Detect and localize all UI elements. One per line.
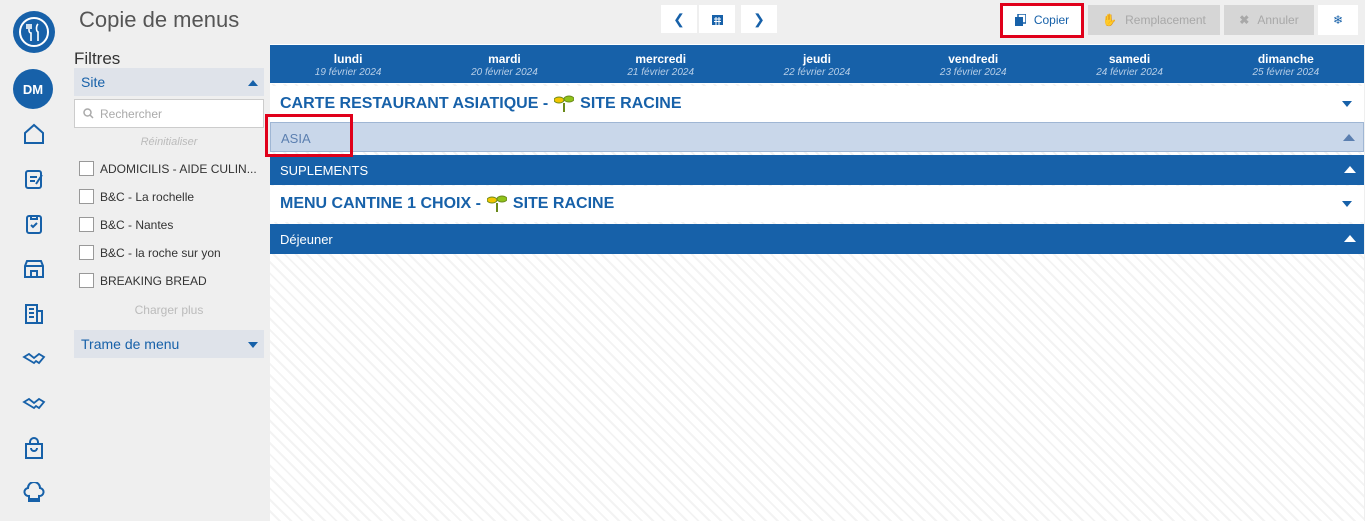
menu-section-header[interactable]: SUPLEMENTS bbox=[270, 155, 1364, 185]
day-header: jeudi 22 février 2024 bbox=[739, 45, 895, 83]
broom-icon: ❄ bbox=[1332, 13, 1344, 27]
left-navigation: DM bbox=[0, 0, 69, 521]
day-name: dimanche bbox=[1257, 52, 1314, 66]
menu-title: MENU CANTINE 1 CHOIX - bbox=[280, 195, 481, 212]
home-icon[interactable] bbox=[20, 120, 48, 148]
cancel-button[interactable]: ✖ Annuler bbox=[1224, 5, 1314, 35]
day-name: jeudi bbox=[802, 52, 831, 66]
calendar-icon bbox=[711, 14, 723, 25]
site-option-label: B&C - la roche sur yon bbox=[100, 245, 221, 260]
menu-section-header[interactable]: Déjeuner bbox=[270, 224, 1364, 254]
site-option-label: B&C - La rochelle bbox=[100, 189, 195, 204]
day-name: mardi bbox=[488, 52, 521, 66]
day-name: lundi bbox=[333, 52, 363, 66]
highlight-frame-copy bbox=[1000, 3, 1084, 38]
building-list-icon[interactable] bbox=[20, 300, 48, 328]
caret-up-icon bbox=[1344, 166, 1356, 173]
site-option[interactable]: ADOMICILIS - AIDE CULIN... bbox=[79, 161, 264, 176]
caret-down-icon bbox=[248, 342, 258, 348]
menu-title: CARTE RESTAURANT ASIATIQUE - bbox=[280, 95, 549, 112]
checkbox[interactable] bbox=[79, 273, 94, 288]
caret-up-icon bbox=[1344, 235, 1356, 242]
menu-site: SITE RACINE bbox=[580, 95, 682, 112]
handshake-icon[interactable] bbox=[20, 345, 48, 373]
day-date: 19 février 2024 bbox=[314, 67, 382, 78]
next-week-button[interactable]: ❯ bbox=[741, 5, 777, 33]
day-header: lundi 19 février 2024 bbox=[270, 45, 426, 83]
handshake-icon[interactable] bbox=[20, 390, 48, 418]
load-more-link[interactable]: Charger plus bbox=[74, 303, 264, 317]
day-date: 22 février 2024 bbox=[783, 67, 851, 78]
search-icon bbox=[83, 108, 94, 119]
clipboard-check-icon[interactable] bbox=[20, 210, 48, 238]
edit-document-icon[interactable] bbox=[20, 165, 48, 193]
user-avatar[interactable]: DM bbox=[13, 69, 53, 109]
day-name: vendredi bbox=[948, 52, 999, 66]
checkbox[interactable] bbox=[79, 161, 94, 176]
checkbox[interactable] bbox=[79, 217, 94, 232]
section-label: SUPLEMENTS bbox=[280, 163, 369, 178]
day-date: 23 février 2024 bbox=[939, 67, 1007, 78]
menu-template-filter-header[interactable]: Trame de menu bbox=[74, 330, 264, 358]
cancel-label: Annuler bbox=[1257, 13, 1299, 27]
site-option-label: BREAKING BREAD bbox=[100, 273, 207, 288]
site-option[interactable]: BREAKING BREAD bbox=[79, 273, 264, 288]
hand-icon: ✋ bbox=[1102, 13, 1118, 27]
day-header: vendredi 23 février 2024 bbox=[895, 45, 1051, 83]
checkbox[interactable] bbox=[79, 245, 94, 260]
reset-link[interactable]: Réinitialiser bbox=[74, 136, 264, 148]
site-search-input[interactable]: Rechercher bbox=[74, 99, 264, 128]
section-label: Déjeuner bbox=[280, 232, 333, 247]
site-option-label: ADOMICILIS - AIDE CULIN... bbox=[100, 161, 257, 176]
menu-header[interactable]: CARTE RESTAURANT ASIATIQUE - SITE RACINE bbox=[270, 86, 1364, 122]
highlight-frame-asia bbox=[265, 114, 353, 157]
week-days-header: lundi 19 février 2024 mardi 20 février 202… bbox=[270, 44, 1364, 84]
day-date: 21 février 2024 bbox=[627, 67, 695, 78]
menu-site: SITE RACINE bbox=[512, 195, 615, 212]
site-option[interactable]: B&C - Nantes bbox=[79, 217, 264, 232]
day-date: 20 février 2024 bbox=[471, 67, 538, 78]
filters-heading: Filtres bbox=[74, 49, 121, 68]
menu-section-header[interactable]: ASIA bbox=[270, 122, 1364, 152]
menu-calendar: lundi 19 février 2024 mardi 20 février 202… bbox=[270, 44, 1364, 521]
search-placeholder: Rechercher bbox=[100, 107, 163, 121]
replace-button[interactable]: ✋ Remplacement bbox=[1088, 5, 1220, 35]
day-header: samedi 24 février 2024 bbox=[1051, 45, 1207, 83]
site-filter-header[interactable]: Site bbox=[74, 68, 264, 96]
site-option-label: B&C - Nantes bbox=[100, 217, 174, 232]
menu-header[interactable]: MENU CANTINE 1 CHOIX - SITE RACINE bbox=[270, 186, 1364, 222]
chef-hat-icon[interactable] bbox=[20, 480, 48, 508]
app-logo-icon[interactable] bbox=[13, 11, 55, 53]
chevron-left-icon: ❮ bbox=[673, 10, 685, 27]
plant-icon bbox=[486, 195, 507, 212]
site-option[interactable]: B&C - la roche sur yon bbox=[79, 245, 264, 260]
checkbox[interactable] bbox=[79, 189, 94, 204]
store-icon[interactable] bbox=[20, 255, 48, 283]
chevron-right-icon: ❯ bbox=[753, 10, 765, 27]
close-icon: ✖ bbox=[1239, 13, 1250, 27]
previous-week-button[interactable]: ❮ bbox=[661, 5, 697, 33]
calendar-button[interactable] bbox=[699, 5, 735, 33]
day-name: mercredi bbox=[635, 52, 687, 66]
settings-button[interactable]: ❄ bbox=[1318, 5, 1358, 35]
day-date: 25 février 2024 bbox=[1252, 67, 1320, 78]
caret-down-icon bbox=[1342, 201, 1352, 207]
site-option[interactable]: B&C - La rochelle bbox=[79, 189, 264, 204]
day-date: 24 février 2024 bbox=[1096, 67, 1163, 78]
plant-icon bbox=[554, 95, 575, 112]
caret-down-icon bbox=[1342, 101, 1352, 107]
page-title: Copie de menus bbox=[79, 7, 240, 32]
shopping-bag-icon[interactable] bbox=[20, 435, 48, 463]
day-header: dimanche 25 février 2024 bbox=[1208, 45, 1364, 83]
day-header: mercredi 21 février 2024 bbox=[583, 45, 739, 83]
caret-up-icon bbox=[248, 80, 258, 86]
day-header: mardi 20 février 2024 bbox=[426, 45, 582, 83]
site-filter-label: Site bbox=[81, 74, 106, 90]
menu-template-label: Trame de menu bbox=[81, 336, 180, 352]
day-name: samedi bbox=[1108, 52, 1151, 66]
replace-label: Remplacement bbox=[1125, 13, 1206, 27]
caret-up-icon bbox=[1343, 134, 1355, 141]
